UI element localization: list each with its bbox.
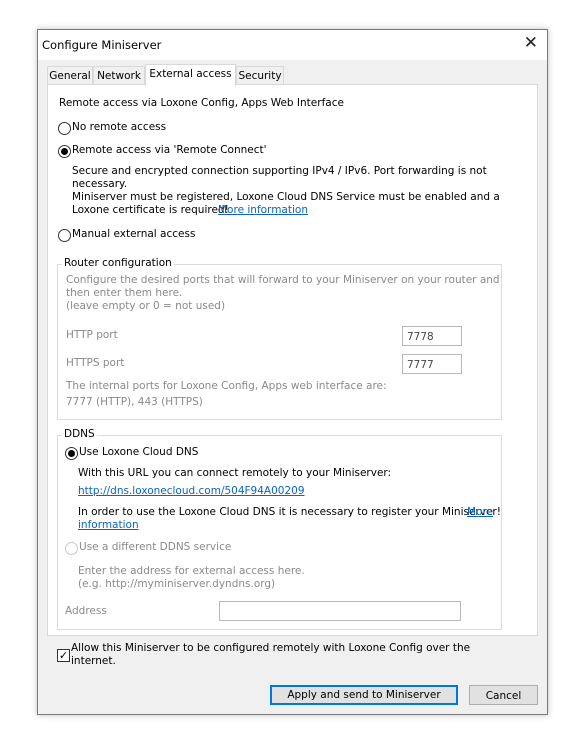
remote-connect-desc: Loxone certificate is required!	[72, 204, 229, 216]
title-bar: Configure Miniserver ✕	[38, 30, 547, 60]
more-information-link[interactable]: More information	[218, 204, 308, 216]
https-port-label: HTTPS port	[66, 357, 125, 369]
router-desc: (leave empty or 0 = not used)	[66, 300, 226, 312]
label-no-remote: No remote access	[72, 121, 167, 133]
cancel-button[interactable]: Cancel	[469, 685, 538, 705]
allow-remote-config-label-2: internet.	[71, 655, 116, 667]
label-other-ddns: Use a different DDNS service	[79, 541, 232, 553]
radio-remote-connect[interactable]	[58, 145, 71, 158]
remote-connect-desc: necessary.	[72, 178, 128, 190]
close-icon[interactable]: ✕	[524, 33, 538, 53]
internal-ports-value: 7777 (HTTP), 443 (HTTPS)	[66, 396, 203, 408]
https-port-input[interactable]: 7777	[402, 354, 462, 374]
tab-security[interactable]: Security	[236, 66, 284, 85]
register-desc: In order to use the Loxone Cloud DNS it …	[78, 506, 501, 518]
more-information-link-2b[interactable]: information	[78, 519, 139, 531]
radio-manual-access[interactable]	[58, 229, 71, 242]
tab-general[interactable]: General	[47, 66, 93, 85]
window-title: Configure Miniserver	[42, 38, 162, 52]
label-manual-access: Manual external access	[72, 228, 196, 240]
label-cloud-dns: Use Loxone Cloud DNS	[79, 446, 199, 458]
panel-header: Remote access via Loxone Config, Apps We…	[59, 97, 344, 109]
address-input[interactable]	[219, 601, 461, 621]
other-ddns-desc: Enter the address for external access he…	[78, 565, 305, 577]
cloud-dns-desc: With this URL you can connect remotely t…	[78, 467, 392, 479]
internal-ports-desc: The internal ports for Loxone Config, Ap…	[66, 380, 387, 392]
remote-connect-desc: Secure and encrypted connection supporti…	[72, 165, 487, 177]
http-port-input[interactable]: 7778	[402, 326, 462, 346]
more-information-link-2[interactable]: More	[467, 506, 493, 518]
router-desc: then enter them here.	[66, 287, 183, 299]
other-ddns-desc: (e.g. http://myminiserver.dyndns.org)	[78, 578, 276, 590]
remote-connect-desc: Miniserver must be registered, Loxone Cl…	[72, 191, 500, 203]
ddns-legend: DDNS	[62, 428, 97, 440]
radio-cloud-dns[interactable]	[65, 447, 78, 460]
radio-other-ddns[interactable]	[65, 542, 78, 555]
allow-remote-config-label: Allow this Miniserver to be configured r…	[71, 642, 471, 654]
router-desc: Configure the desired ports that will fo…	[66, 274, 500, 286]
address-label: Address	[65, 605, 107, 617]
http-port-label: HTTP port	[66, 329, 118, 341]
external-access-panel: Remote access via Loxone Config, Apps We…	[47, 84, 538, 636]
radio-no-remote[interactable]	[58, 122, 71, 135]
configure-miniserver-dialog: Configure Miniserver ✕ General Network E…	[37, 29, 548, 715]
tab-network[interactable]: Network	[93, 66, 145, 85]
label-remote-connect: Remote access via 'Remote Connect'	[72, 144, 267, 156]
allow-remote-config-checkbox[interactable]: ✓	[57, 649, 70, 662]
tab-external-access[interactable]: External access	[145, 64, 236, 86]
cloud-dns-url-link[interactable]: http://dns.loxonecloud.com/504F94A00209	[78, 485, 305, 497]
router-config-legend: Router configuration	[62, 257, 174, 269]
apply-send-button[interactable]: Apply and send to Miniserver	[270, 685, 458, 705]
